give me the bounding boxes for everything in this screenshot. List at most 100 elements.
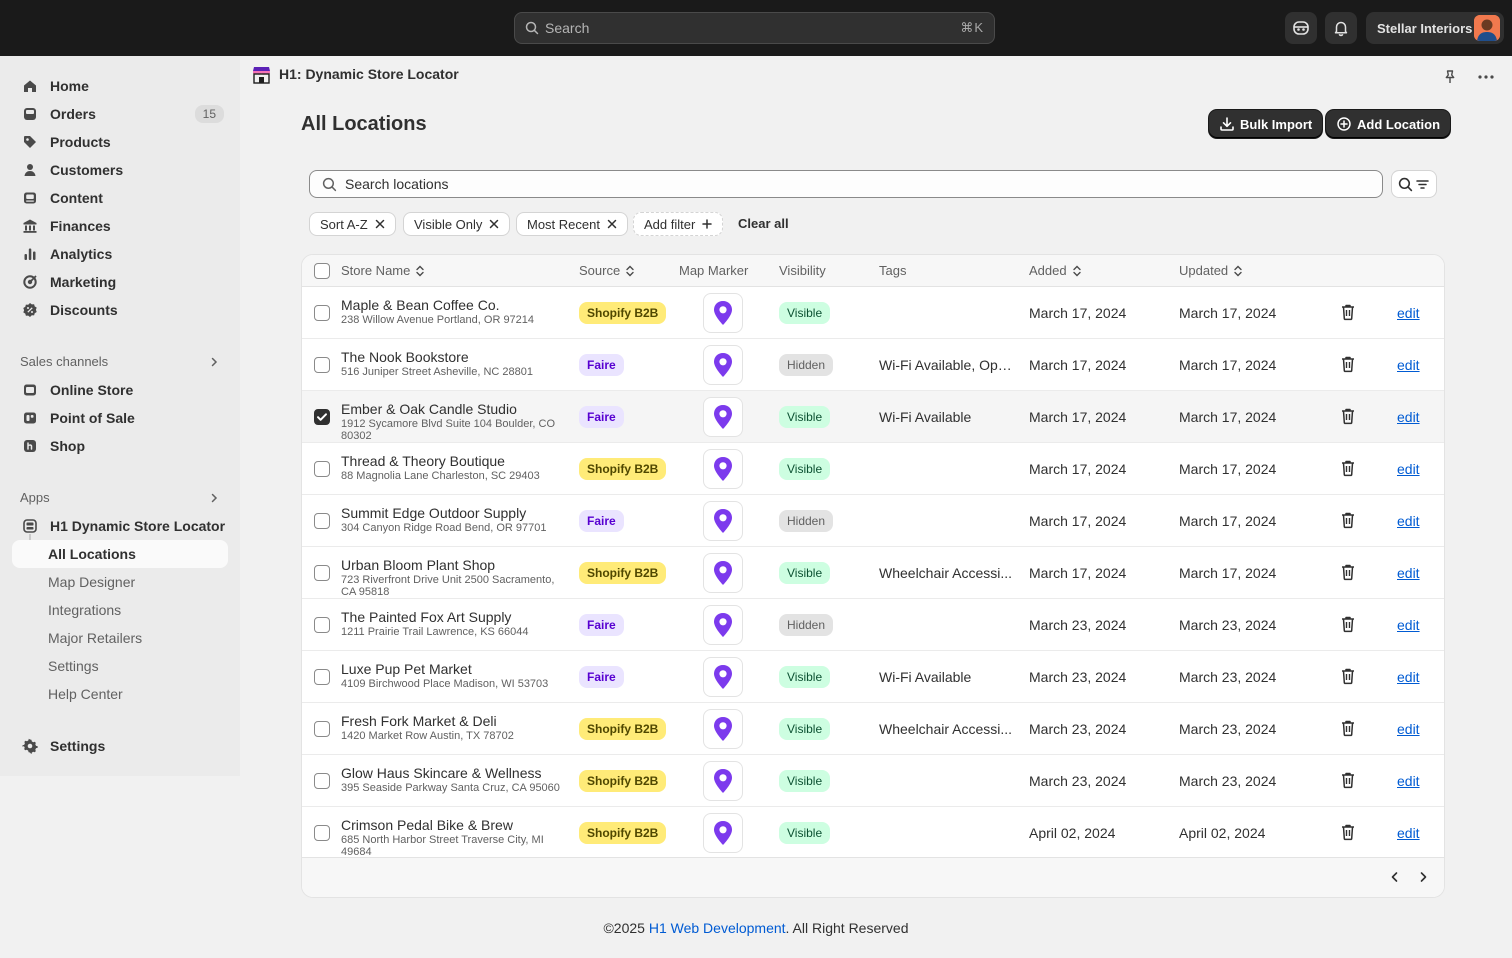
notifications-button[interactable] bbox=[1325, 12, 1357, 44]
delete-button[interactable] bbox=[1340, 563, 1356, 581]
edit-link[interactable]: edit bbox=[1397, 617, 1420, 633]
row-checkbox[interactable] bbox=[314, 461, 330, 477]
sidebar-item-marketing[interactable]: Marketing bbox=[12, 268, 228, 296]
sidebar-subitem-integrations[interactable]: Integrations bbox=[12, 596, 228, 624]
bulk-import-button[interactable]: Bulk Import bbox=[1209, 110, 1323, 138]
add-filter-button[interactable]: Add filter bbox=[633, 212, 724, 236]
map-marker-button[interactable] bbox=[703, 761, 743, 801]
map-marker-button[interactable] bbox=[703, 709, 743, 749]
column-header-updated[interactable]: Updated bbox=[1179, 263, 1243, 278]
sidebar-subitem-help-center[interactable]: Help Center bbox=[12, 680, 228, 708]
edit-link[interactable]: edit bbox=[1397, 565, 1420, 581]
edit-link[interactable]: edit bbox=[1397, 669, 1420, 685]
sidebar-item-orders[interactable]: Orders 15 bbox=[12, 100, 228, 128]
select-all-checkbox[interactable] bbox=[314, 263, 330, 279]
sidebar-subitem-all-locations[interactable]: All Locations bbox=[12, 540, 228, 568]
row-checkbox[interactable] bbox=[314, 565, 330, 581]
row-checkbox[interactable] bbox=[314, 617, 330, 633]
edit-link[interactable]: edit bbox=[1397, 721, 1420, 737]
map-marker-button[interactable] bbox=[703, 293, 743, 333]
table-row[interactable]: Luxe Pup Pet Market 4109 Birchwood Place … bbox=[302, 651, 1444, 703]
sidebar-item-home[interactable]: Home bbox=[12, 72, 228, 100]
table-row[interactable]: Thread & Theory Boutique 88 Magnolia Lane… bbox=[302, 443, 1444, 495]
store-menu-button[interactable]: Stellar Interiors bbox=[1366, 12, 1504, 44]
row-checkbox[interactable] bbox=[314, 513, 330, 529]
sidebar-item-shop[interactable]: Shop bbox=[12, 432, 228, 460]
delete-button[interactable] bbox=[1340, 667, 1356, 685]
table-row[interactable]: The Nook Bookstore 516 Juniper Street Ash… bbox=[302, 339, 1444, 391]
edit-link[interactable]: edit bbox=[1397, 357, 1420, 373]
sidebar-item-customers[interactable]: Customers bbox=[12, 156, 228, 184]
map-marker-button[interactable] bbox=[703, 605, 743, 645]
row-checkbox[interactable] bbox=[314, 721, 330, 737]
delete-button[interactable] bbox=[1340, 407, 1356, 425]
sidekick-button[interactable] bbox=[1285, 12, 1317, 44]
filter-chip-sort-az[interactable]: Sort A-Z bbox=[309, 212, 396, 236]
sales-channels-section[interactable]: Sales channels bbox=[20, 354, 220, 369]
map-marker-button[interactable] bbox=[703, 449, 743, 489]
more-actions-icon[interactable] bbox=[1477, 69, 1495, 85]
delete-button[interactable] bbox=[1340, 771, 1356, 789]
sidebar-subitem-settings[interactable]: Settings bbox=[12, 652, 228, 680]
sidebar-item-products[interactable]: Products bbox=[12, 128, 228, 156]
add-location-button[interactable]: Add Location bbox=[1326, 110, 1451, 138]
sidebar-item-finances[interactable]: Finances bbox=[12, 212, 228, 240]
filter-chip-most-recent[interactable]: Most Recent bbox=[516, 212, 628, 236]
edit-link[interactable]: edit bbox=[1397, 409, 1420, 425]
sidebar-item-discounts[interactable]: Discounts bbox=[12, 296, 228, 324]
column-header-added[interactable]: Added bbox=[1029, 263, 1082, 278]
sidebar-item-settings[interactable]: Settings bbox=[12, 732, 228, 760]
map-marker-button[interactable] bbox=[703, 553, 743, 593]
close-icon[interactable] bbox=[375, 219, 385, 229]
pin-icon[interactable] bbox=[1442, 69, 1458, 85]
filter-chip-visible-only[interactable]: Visible Only bbox=[403, 212, 511, 236]
delete-button[interactable] bbox=[1340, 719, 1356, 737]
close-icon[interactable] bbox=[489, 219, 499, 229]
location-search-input[interactable]: Search locations bbox=[309, 170, 1383, 198]
sidebar-item-content[interactable]: Content bbox=[12, 184, 228, 212]
edit-link[interactable]: edit bbox=[1397, 513, 1420, 529]
delete-button[interactable] bbox=[1340, 823, 1356, 841]
table-row[interactable]: Crimson Pedal Bike & Brew 685 North Harbo… bbox=[302, 807, 1444, 859]
apps-section[interactable]: Apps bbox=[20, 490, 220, 505]
column-header-store-name[interactable]: Store Name bbox=[341, 263, 425, 278]
next-page-icon[interactable] bbox=[1416, 870, 1430, 884]
map-marker-button[interactable] bbox=[703, 397, 743, 437]
map-marker-button[interactable] bbox=[703, 657, 743, 697]
global-search-input[interactable]: Search ⌘K bbox=[514, 12, 995, 44]
row-checkbox[interactable] bbox=[314, 357, 330, 373]
search-filter-toggle-button[interactable] bbox=[1391, 170, 1437, 198]
table-row[interactable]: Maple & Bean Coffee Co. 238 Willow Avenue… bbox=[302, 287, 1444, 339]
row-checkbox[interactable] bbox=[314, 825, 330, 841]
table-row[interactable]: Urban Bloom Plant Shop 723 Riverfront Dri… bbox=[302, 547, 1444, 599]
clear-all-filters-button[interactable]: Clear all bbox=[738, 216, 789, 231]
table-row[interactable]: Fresh Fork Market & Deli 1420 Market Row … bbox=[302, 703, 1444, 755]
delete-button[interactable] bbox=[1340, 511, 1356, 529]
sidebar-item-online-store[interactable]: Online Store bbox=[12, 376, 228, 404]
row-checkbox[interactable] bbox=[314, 409, 330, 425]
row-checkbox[interactable] bbox=[314, 669, 330, 685]
table-row[interactable]: Summit Edge Outdoor Supply 304 Canyon Rid… bbox=[302, 495, 1444, 547]
map-marker-button[interactable] bbox=[703, 345, 743, 385]
delete-button[interactable] bbox=[1340, 303, 1356, 321]
edit-link[interactable]: edit bbox=[1397, 773, 1420, 789]
edit-link[interactable]: edit bbox=[1397, 461, 1420, 477]
sidebar-item-point-of-sale[interactable]: Point of Sale bbox=[12, 404, 228, 432]
row-checkbox[interactable] bbox=[314, 773, 330, 789]
delete-button[interactable] bbox=[1340, 355, 1356, 373]
footer-link[interactable]: H1 Web Development bbox=[649, 920, 786, 936]
sidebar-subitem-major-retailers[interactable]: Major Retailers bbox=[12, 624, 228, 652]
sidebar-subitem-map-designer[interactable]: Map Designer bbox=[12, 568, 228, 596]
edit-link[interactable]: edit bbox=[1397, 825, 1420, 841]
row-checkbox[interactable] bbox=[314, 305, 330, 321]
sidebar-item-analytics[interactable]: Analytics bbox=[12, 240, 228, 268]
previous-page-icon[interactable] bbox=[1388, 870, 1402, 884]
map-marker-button[interactable] bbox=[703, 813, 743, 853]
delete-button[interactable] bbox=[1340, 615, 1356, 633]
table-row[interactable]: Ember & Oak Candle Studio 1912 Sycamore B… bbox=[302, 391, 1444, 443]
table-row[interactable]: Glow Haus Skincare & Wellness 395 Seaside… bbox=[302, 755, 1444, 807]
sidebar-item-store-locator-app[interactable]: H1 Dynamic Store Locator bbox=[12, 512, 228, 540]
edit-link[interactable]: edit bbox=[1397, 305, 1420, 321]
column-header-source[interactable]: Source bbox=[579, 263, 635, 278]
map-marker-button[interactable] bbox=[703, 501, 743, 541]
